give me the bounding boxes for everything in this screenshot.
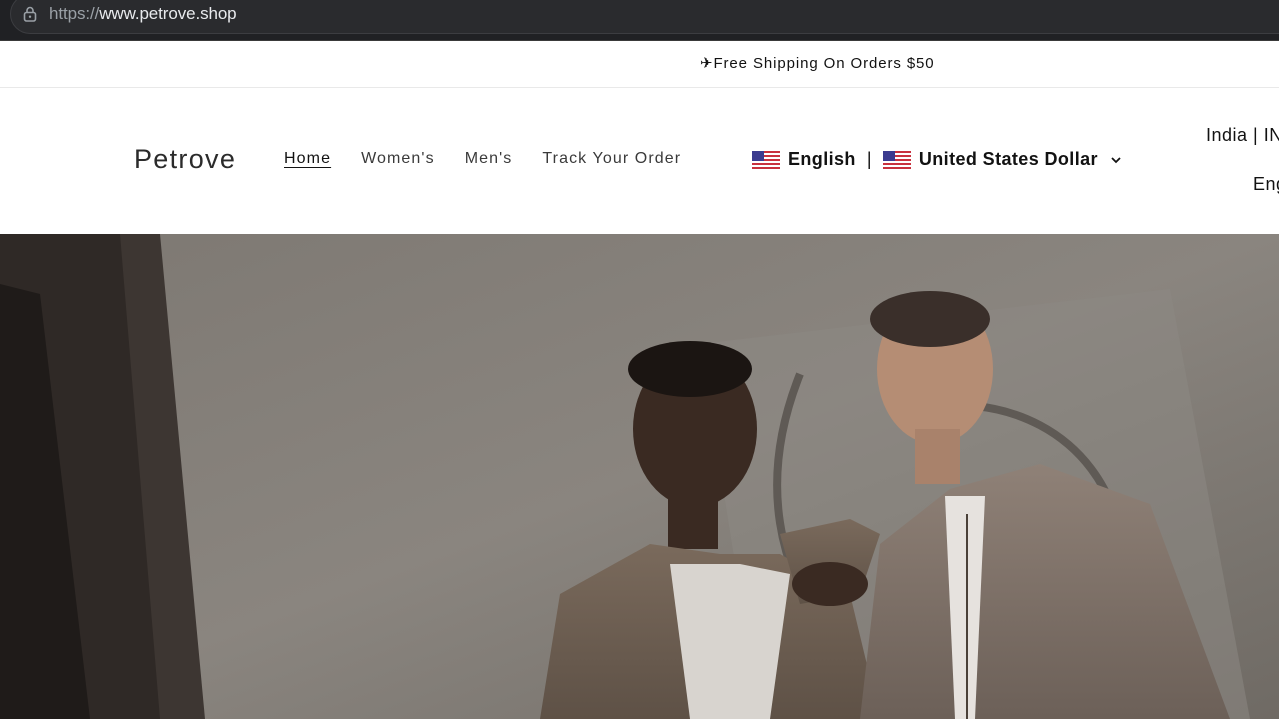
url-host: www.petrove.shop [99,4,237,23]
chevron-down-icon [1111,156,1121,163]
nav-track-order[interactable]: Track Your Order [542,150,681,168]
nav-womens[interactable]: Women's [361,150,435,168]
nav-mens[interactable]: Men's [465,150,513,168]
language-selector[interactable]: Eng [1253,174,1279,195]
lock-icon[interactable] [21,5,39,23]
region-selector[interactable]: India | IN [1206,125,1279,146]
hero-banner[interactable] [0,234,1279,719]
browser-toolbar: https://www.petrove.shop [0,0,1279,40]
url-text[interactable]: https://www.petrove.shop [49,4,237,24]
announcement-text: ✈Free Shipping On Orders $50 [700,55,935,72]
locale-selector[interactable]: English | United States Dollar [752,149,1122,170]
currency-label: United States Dollar [918,149,1098,169]
site-logo[interactable]: Petrove [134,144,236,175]
nav-home[interactable]: Home [284,150,331,168]
announcement-bar: ✈Free Shipping On Orders $50 [0,41,1279,88]
main-nav: Home Women's Men's Track Your Order [284,150,711,168]
us-flag-icon [882,150,911,169]
hero-image [0,234,1279,719]
language-label: English [788,149,856,169]
url-scheme: https:// [49,4,100,23]
site-header: Petrove Home Women's Men's Track Your Or… [0,88,1279,234]
locale-separator: | [866,149,872,169]
us-flag-icon [752,150,780,169]
